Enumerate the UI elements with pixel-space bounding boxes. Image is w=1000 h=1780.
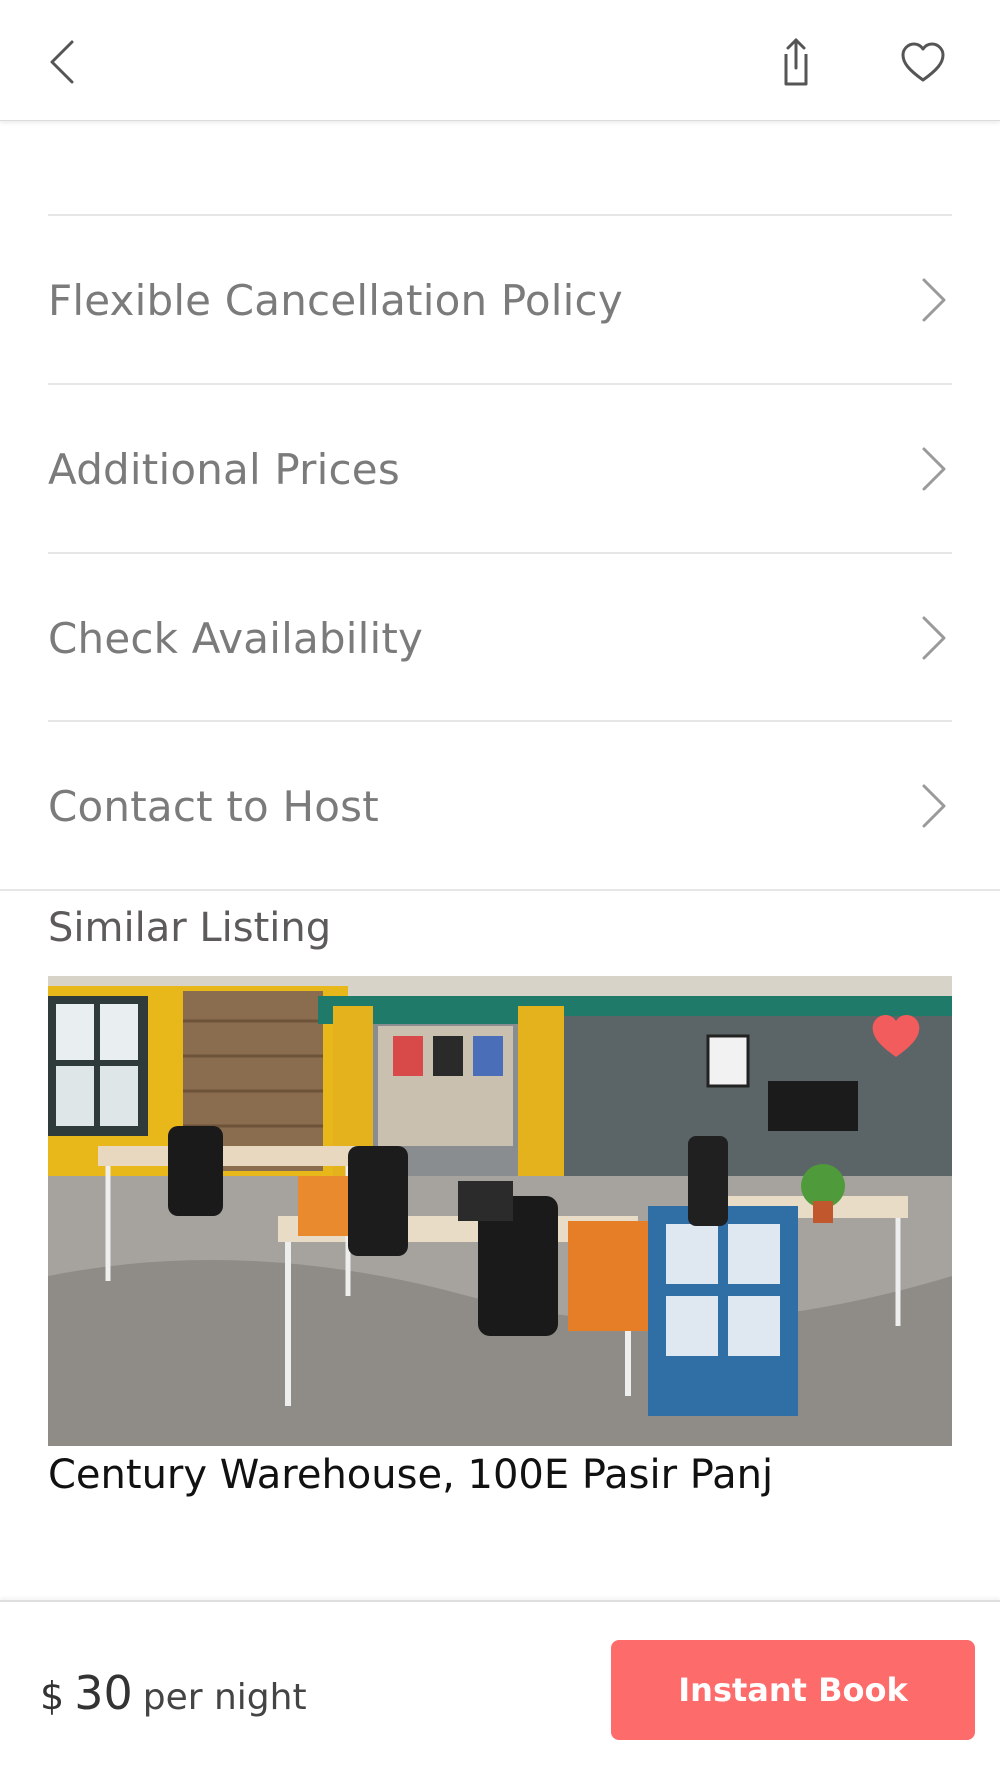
share-icon — [784, 38, 808, 86]
chevron-right-icon — [922, 447, 946, 491]
price-unit: per night — [142, 1677, 307, 1718]
listing-title[interactable]: Century Warehouse, 100E Pasir Panj — [48, 1452, 773, 1498]
chevron-right-icon — [922, 616, 946, 660]
listing-photo[interactable] — [48, 976, 952, 1446]
section-divider — [0, 889, 1000, 891]
top-nav-bar — [0, 0, 1000, 121]
chevron-right-icon — [922, 784, 946, 828]
listing-favorite-button[interactable] — [868, 1010, 924, 1062]
heart-outline-icon — [901, 42, 945, 82]
share-button[interactable] — [764, 30, 828, 94]
row-label: Additional Prices — [48, 444, 400, 494]
heart-filled-icon-path — [872, 1015, 920, 1057]
booking-bar: $ 30 per night Instant Book — [0, 1600, 1000, 1780]
back-button[interactable] — [30, 30, 94, 94]
price-display: $ 30 per night — [40, 1666, 307, 1720]
heart-filled-icon — [872, 1015, 920, 1057]
row-label: Flexible Cancellation Policy — [48, 275, 623, 325]
chevron-right-icon — [922, 278, 946, 322]
listing-detail-page: Flexible Cancellation Policy Additional … — [0, 0, 1000, 1780]
row-label: Check Availability — [48, 613, 424, 663]
instant-book-button[interactable]: Instant Book — [611, 1640, 975, 1740]
row-check-availability[interactable]: Check Availability — [48, 552, 952, 722]
currency-symbol: $ — [40, 1674, 65, 1718]
row-label: Contact to Host — [48, 781, 379, 831]
coworking-space-image — [48, 976, 952, 1446]
chevron-left-icon — [50, 40, 74, 84]
row-contact-host[interactable]: Contact to Host — [48, 720, 952, 890]
row-cancellation-policy[interactable]: Flexible Cancellation Policy — [48, 214, 952, 384]
price-amount: 30 — [74, 1666, 133, 1720]
similar-listing-heading: Similar Listing — [48, 905, 332, 951]
favorite-button[interactable] — [891, 30, 955, 94]
row-additional-prices[interactable]: Additional Prices — [48, 383, 952, 553]
